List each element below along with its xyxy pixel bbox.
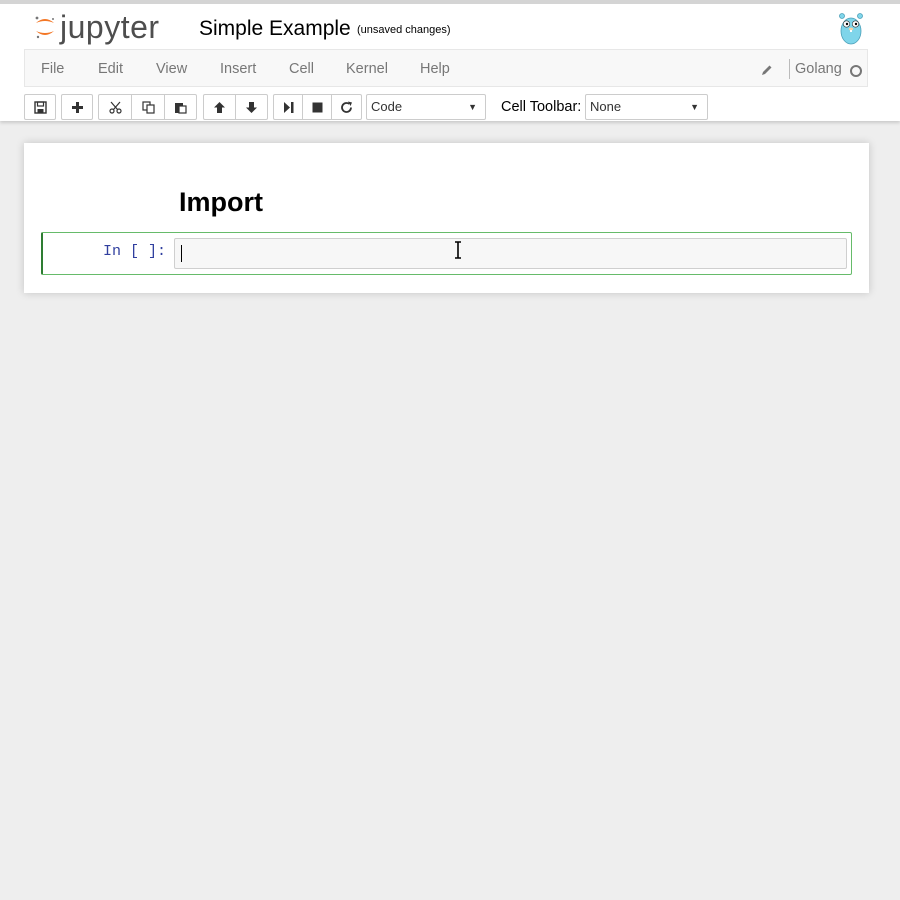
pencil-icon [762, 65, 772, 75]
cell-type-value: Code [371, 99, 403, 114]
menu-file[interactable]: File [41, 50, 64, 88]
move-up-button[interactable] [204, 95, 236, 119]
code-input-area[interactable] [174, 238, 847, 269]
dropdown-arrow-icon: ▼ [468, 102, 477, 112]
move-down-button[interactable] [236, 95, 267, 119]
menu-cell[interactable]: Cell [289, 50, 314, 88]
jupyter-logo[interactable]: jupyter [34, 9, 160, 45]
notebook-container: Import In [ ]: [24, 143, 869, 293]
copy-icon [141, 100, 155, 114]
notebook-header: jupyter Simple Example (unsaved changes)… [0, 0, 900, 121]
cell-toolbar-label: Cell Toolbar: [501, 99, 582, 115]
jupyter-logo-icon [35, 16, 54, 39]
toolbar-group-run [273, 94, 362, 120]
menu-help[interactable]: Help [420, 50, 450, 88]
gopher-icon [839, 13, 863, 45]
ibeam-cursor-icon [455, 241, 461, 259]
menu-view[interactable]: View [156, 50, 187, 88]
toolbar-group-save [24, 94, 56, 120]
kernel-separator [789, 59, 790, 79]
interrupt-button[interactable] [303, 95, 332, 119]
markdown-cell-heading[interactable]: Import [179, 187, 263, 218]
text-cursor [181, 245, 182, 262]
insert-cell-button[interactable] [62, 95, 92, 119]
notebook-title[interactable]: Simple Example [199, 17, 351, 41]
copy-button[interactable] [132, 95, 165, 119]
menu-edit[interactable]: Edit [98, 50, 123, 88]
cell-toolbar-value: None [590, 99, 622, 114]
code-cell-selected[interactable]: In [ ]: [41, 232, 852, 275]
toolbar-group-insert [61, 94, 93, 120]
kernel-name[interactable]: Golang [795, 50, 842, 88]
kernel-idle-circle-icon [850, 65, 862, 77]
menu-bar: File Edit View Insert Cell Kernel Help G… [24, 49, 868, 87]
cell-toolbar-select[interactable]: None ▼ [585, 94, 708, 120]
cut-button[interactable] [99, 95, 132, 119]
toolbar-group-clipboard [98, 94, 197, 120]
run-step-icon [283, 101, 293, 113]
plus-icon [71, 101, 83, 113]
restart-icon [341, 101, 352, 113]
jupyter-logo-text: jupyter [60, 9, 160, 45]
menu-insert[interactable]: Insert [220, 50, 256, 88]
cut-icon [108, 101, 122, 114]
stop-icon [312, 102, 322, 112]
arrow-down-icon [246, 101, 257, 113]
cell-type-select[interactable]: Code ▼ [366, 94, 486, 120]
run-button[interactable] [274, 95, 303, 119]
save-button[interactable] [25, 95, 55, 119]
input-prompt: In [ ]: [103, 243, 167, 260]
menu-kernel[interactable]: Kernel [346, 50, 388, 88]
paste-button[interactable] [165, 95, 196, 119]
dropdown-arrow-icon: ▼ [690, 102, 699, 112]
toolbar-group-move [203, 94, 268, 120]
save-icon [33, 100, 47, 114]
paste-icon [175, 102, 187, 114]
save-status: (unsaved changes) [357, 24, 451, 36]
arrow-up-icon [214, 101, 225, 113]
restart-button[interactable] [332, 95, 361, 119]
